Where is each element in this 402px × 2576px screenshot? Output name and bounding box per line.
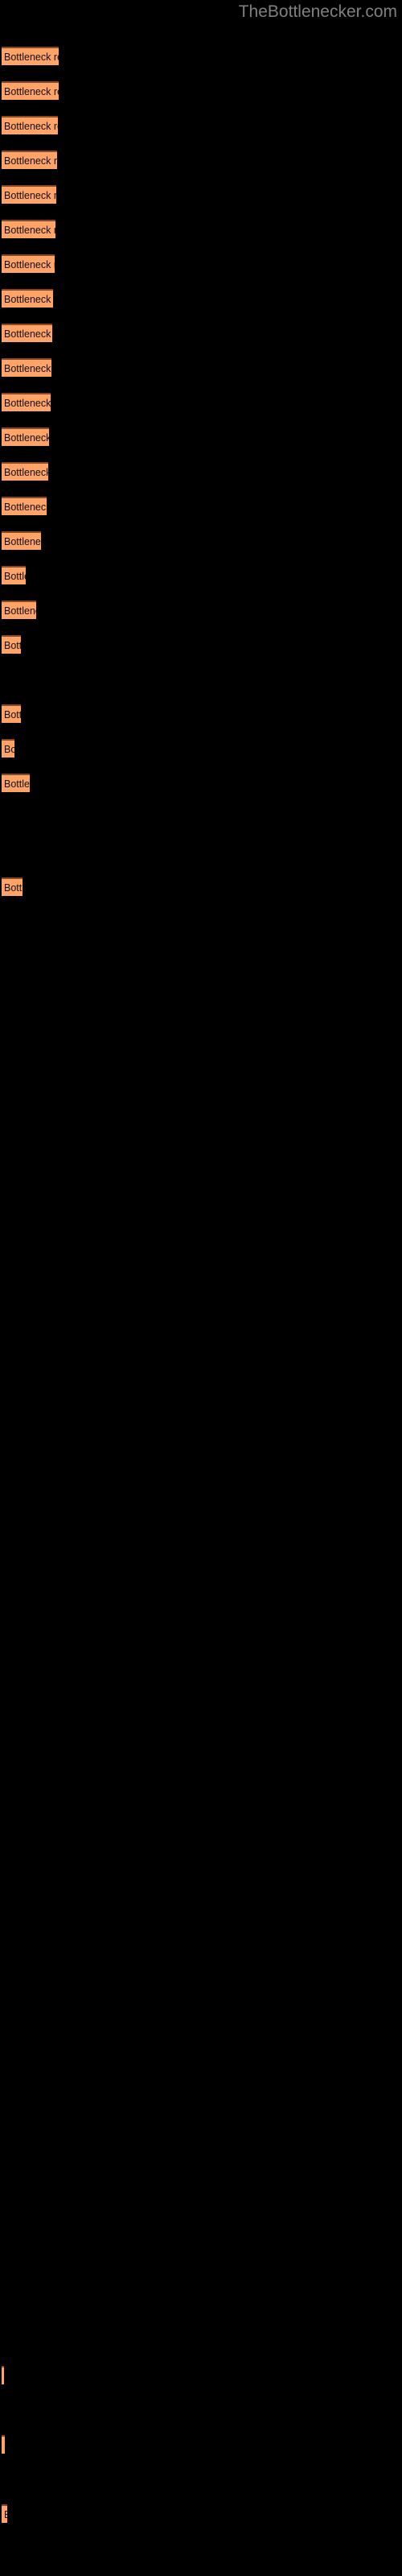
bar-chart-bars: Bottleneck result Bottleneck result Bottle… <box>0 0 402 2576</box>
bar[interactable]: Bottleneck result <box>2 47 59 65</box>
bar[interactable]: Bottleneck result <box>2 531 41 550</box>
bar-label: Bottleneck result <box>4 190 56 201</box>
bar[interactable]: Bottleneck result <box>2 358 51 377</box>
bar-label: Bottleneck result <box>4 259 55 270</box>
bar[interactable]: Bottleneck result <box>2 601 36 619</box>
bar-label: Bottleneck result <box>4 640 21 651</box>
bar[interactable]: Bottleneck result <box>2 704 21 723</box>
bar-label: Bottleneck result <box>4 744 14 755</box>
bar-label: Bottleneck result <box>4 882 23 894</box>
bar[interactable]: Bottleneck result <box>2 254 55 273</box>
bar[interactable]: Bottleneck result <box>2 289 53 308</box>
bar-label: Bottleneck result <box>4 2508 7 2522</box>
bar[interactable]: Bottleneck result <box>2 2504 7 2523</box>
bar[interactable]: Bottleneck result <box>2 324 52 342</box>
bar-label: Bottleneck result <box>4 502 47 513</box>
bar-label: Bottleneck result <box>4 605 36 617</box>
bar-label: Bottleneck result <box>4 155 57 167</box>
bar[interactable]: Bottleneck result <box>2 877 23 896</box>
bar[interactable]: Bottleneck result <box>2 151 57 169</box>
bar-label: Bottleneck result <box>4 778 30 790</box>
bar-label: Bottleneck result <box>4 121 58 132</box>
bar[interactable]: Bottleneck result <box>2 185 56 204</box>
bar-label: Bottleneck result <box>4 467 48 478</box>
bottleneck-chart-root: TheBottlenecker.com Bottleneck resultBot… <box>0 0 402 2576</box>
bar-label: Bottleneck result <box>4 328 52 340</box>
bar-label: Bottleneck result <box>4 432 49 444</box>
bar-label: Bottleneck result <box>4 52 59 63</box>
bar-label: Bottleneck result <box>4 571 26 582</box>
bar-label: Bottleneck result <box>4 363 51 374</box>
bar[interactable]: Bottleneck result <box>2 2435 5 2454</box>
bar[interactable]: Bottleneck result <box>2 393 51 411</box>
bar[interactable]: Bottleneck result <box>2 220 55 238</box>
bar[interactable]: Bottleneck result <box>2 566 26 584</box>
bar-label: Bottleneck result <box>4 225 55 236</box>
bar[interactable]: Bottleneck result <box>2 427 49 446</box>
bar[interactable]: Bottleneck result <box>2 2366 4 2384</box>
bar-label: Bottleneck result <box>4 536 41 547</box>
bar[interactable]: Bottleneck result <box>2 774 30 792</box>
bar-label: Bottleneck result <box>4 86 59 97</box>
bar[interactable]: Bottleneck result <box>2 462 48 481</box>
bar-label: Bottleneck result <box>4 398 51 409</box>
bar[interactable]: Bottleneck result <box>2 116 58 134</box>
bar-label: Bottleneck result <box>4 709 21 720</box>
bar[interactable]: Bottleneck result <box>2 497 47 515</box>
bar[interactable]: Bottleneck result <box>2 739 14 758</box>
bar[interactable]: Bottleneck result <box>2 81 59 100</box>
bar-label: Bottleneck result <box>4 2438 5 2453</box>
bar-label: Bottleneck result <box>4 294 53 305</box>
bar[interactable]: Bottleneck result <box>2 635 21 654</box>
